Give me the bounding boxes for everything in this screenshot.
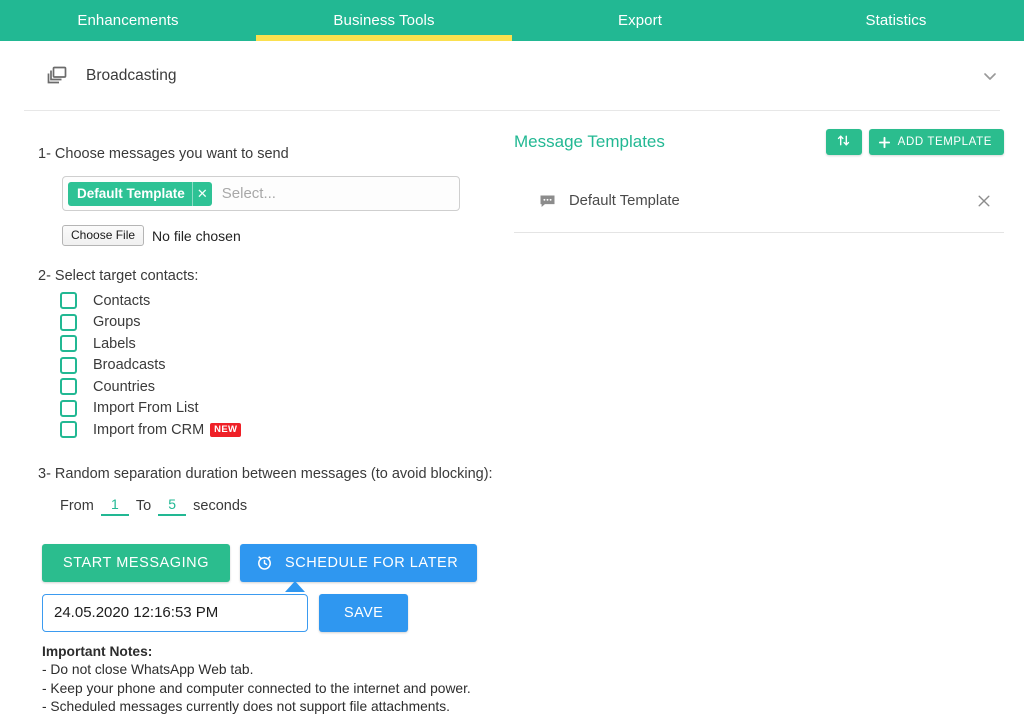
duration-range-row: From To seconds <box>60 495 505 516</box>
duration-to-input[interactable] <box>158 495 187 516</box>
target-option-labels[interactable]: Labels <box>60 333 505 355</box>
add-template-label: ADD TEMPLATE <box>897 136 992 148</box>
step-2-label: 2- Select target contacts: <box>38 268 199 284</box>
templates-header: Message Templates ADD TEMPLATE <box>514 126 1004 158</box>
target-option-import-from-list[interactable]: Import From List <box>60 398 505 420</box>
start-messaging-button[interactable]: START MESSAGING <box>42 543 231 582</box>
header-divider <box>24 110 1000 111</box>
file-status-text: No file chosen <box>152 227 241 244</box>
option-label: Broadcasts <box>93 357 166 374</box>
important-notes: Important Notes: - Do not close WhatsApp… <box>42 643 505 717</box>
tab-export[interactable]: Export <box>512 0 768 41</box>
schedule-button-label: SCHEDULE FOR LATER <box>285 554 459 571</box>
message-template-select[interactable]: Default Template ✕ Select... <box>62 176 460 211</box>
duration-from-input[interactable] <box>100 495 129 516</box>
template-name: Default Template <box>569 193 680 209</box>
target-option-groups[interactable]: Groups <box>60 312 505 334</box>
chip-label: Default Template <box>77 186 185 201</box>
file-attachment-picker[interactable]: Choose File No file chosen <box>62 225 505 246</box>
target-contacts-list: Contacts Groups Labels Broadcasts Countr… <box>60 290 505 441</box>
save-schedule-button[interactable]: SAVE <box>319 593 409 632</box>
tab-label: Enhancements <box>77 12 179 29</box>
tab-business-tools[interactable]: Business Tools <box>256 0 512 41</box>
checkbox-icon[interactable] <box>60 399 77 417</box>
target-option-countries[interactable]: Countries <box>60 376 505 398</box>
templates-divider <box>514 232 1004 233</box>
option-label: Groups <box>93 314 141 331</box>
option-label: Import from CRM <box>93 421 205 438</box>
note-line: - Keep your phone and computer connected… <box>42 680 471 696</box>
option-label: Countries <box>93 378 156 395</box>
notes-title: Important Notes: <box>42 643 153 659</box>
broadcast-form: 1- Choose messages you want to send Defa… <box>0 126 505 717</box>
to-label: To <box>135 497 152 514</box>
chat-bubble-icon <box>539 193 556 210</box>
tab-enhancements[interactable]: Enhancements <box>0 0 256 41</box>
tab-label: Statistics <box>865 12 927 29</box>
sort-arrows-icon <box>836 133 851 151</box>
sort-templates-button[interactable] <box>825 129 862 155</box>
note-line: - Do not close WhatsApp Web tab. <box>42 662 254 678</box>
add-template-button[interactable]: ADD TEMPLATE <box>868 129 1004 155</box>
step-1-label: 1- Choose messages you want to send <box>38 146 289 162</box>
page-title: Broadcasting <box>86 67 177 84</box>
schedule-datetime-input[interactable] <box>42 593 308 632</box>
option-label: Import From List <box>93 400 199 417</box>
checkbox-icon[interactable] <box>60 421 77 439</box>
checkbox-icon[interactable] <box>60 292 77 310</box>
chevron-down-icon[interactable] <box>980 66 1000 86</box>
target-option-import-from-crm[interactable]: Import from CRM NEW <box>60 419 505 441</box>
step-3-label: 3- Random separation duration between me… <box>38 465 493 482</box>
broadcasting-panel-header[interactable]: Broadcasting <box>0 41 1024 111</box>
choose-file-button[interactable]: Choose File <box>62 225 145 246</box>
schedule-for-later-button[interactable]: SCHEDULE FOR LATER <box>240 543 478 582</box>
schedule-popover-caret <box>285 580 305 592</box>
message-templates-panel: Message Templates ADD TEMPLATE Default T… <box>514 126 1004 233</box>
app-root: Enhancements Business Tools Export Stati… <box>0 0 1024 728</box>
tab-statistics[interactable]: Statistics <box>768 0 1024 41</box>
checkbox-icon[interactable] <box>60 313 77 331</box>
from-label: From <box>60 497 94 514</box>
target-option-broadcasts[interactable]: Broadcasts <box>60 355 505 377</box>
tab-label: Business Tools <box>333 12 435 29</box>
option-label: Labels <box>93 335 136 352</box>
tab-label: Export <box>618 12 662 29</box>
new-badge: NEW <box>210 422 242 437</box>
select-placeholder: Select... <box>221 185 276 202</box>
selected-template-chip[interactable]: Default Template ✕ <box>68 181 212 206</box>
seconds-label: seconds <box>193 497 248 514</box>
templates-title: Message Templates <box>514 132 665 151</box>
main-tab-bar: Enhancements Business Tools Export Stati… <box>0 0 1024 41</box>
checkbox-icon[interactable] <box>60 378 77 396</box>
alarm-clock-icon <box>255 553 274 572</box>
note-line: - Scheduled messages currently does not … <box>42 699 450 715</box>
option-label: Contacts <box>93 292 151 309</box>
remove-template-icon[interactable] <box>976 193 992 209</box>
schedule-datetime-row: SAVE <box>42 593 505 632</box>
list-item[interactable]: Default Template <box>514 184 1004 218</box>
action-buttons-row: START MESSAGING SCHEDULE FOR LATER <box>42 543 505 592</box>
plus-icon <box>878 136 891 149</box>
checkbox-icon[interactable] <box>60 335 77 353</box>
templates-list: Default Template <box>514 184 1004 233</box>
windows-stack-icon <box>44 63 70 89</box>
checkbox-icon[interactable] <box>60 356 77 374</box>
chip-remove-icon[interactable]: ✕ <box>191 181 212 206</box>
target-option-contacts[interactable]: Contacts <box>60 290 505 312</box>
